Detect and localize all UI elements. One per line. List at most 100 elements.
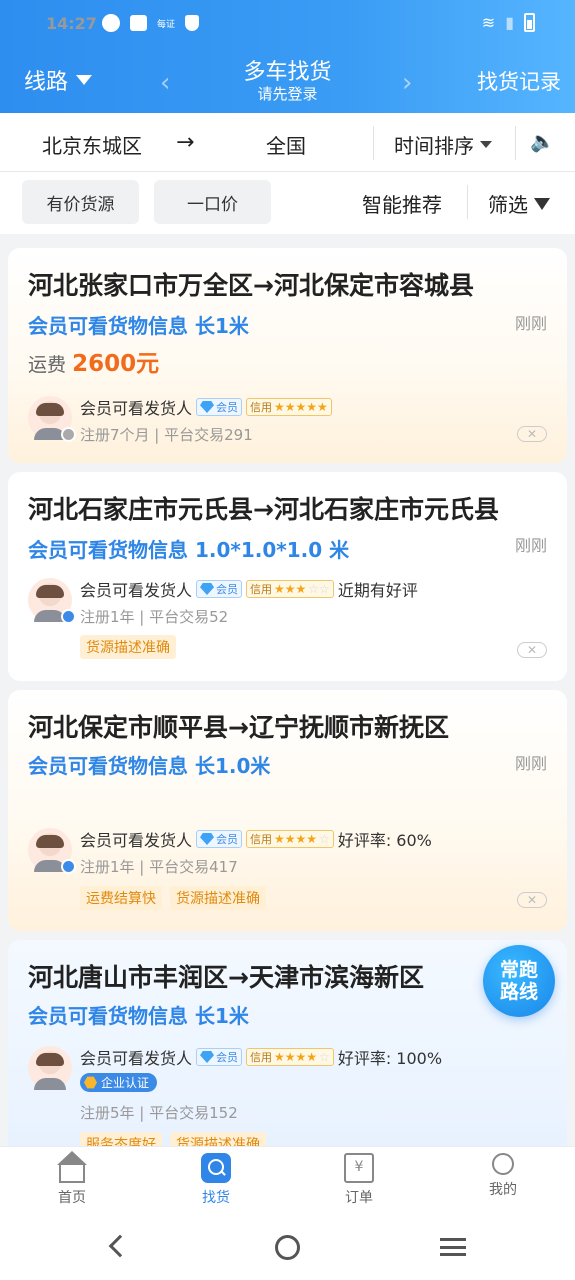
- credit-rating: 信用 ★★★ ☆☆: [246, 580, 334, 598]
- tab-me[interactable]: 我的: [463, 1153, 543, 1199]
- tab-find-cargo[interactable]: 找货: [176, 1153, 256, 1207]
- dismiss-button[interactable]: ✕: [517, 892, 547, 908]
- arrow-right-icon: →: [176, 130, 195, 155]
- tab-home[interactable]: 首页: [32, 1151, 112, 1207]
- frequent-routes-button[interactable]: 常跑 路线: [483, 945, 555, 1017]
- verified-badge-icon: [61, 859, 76, 874]
- home-circle-icon[interactable]: [275, 1235, 300, 1260]
- post-time: 刚刚: [514, 536, 547, 555]
- smart-recommend-button[interactable]: 智能推荐: [362, 189, 442, 218]
- origin-select[interactable]: 北京东城区: [42, 130, 142, 159]
- search-history-button[interactable]: 找货记录: [477, 66, 561, 96]
- star-empty-icons: ☆☆: [308, 582, 330, 596]
- sound-mute-icon[interactable]: 🔈: [530, 129, 555, 153]
- diamond-icon: [200, 583, 215, 595]
- mail-icon: [130, 15, 147, 31]
- enterprise-verified-badge: 企业认证: [80, 1073, 158, 1092]
- system-navigation-bar: [0, 1218, 575, 1280]
- check-icon: [102, 14, 120, 32]
- funnel-icon: [534, 197, 550, 210]
- tag: 货源描述准确: [80, 635, 176, 659]
- avatar: [28, 578, 76, 624]
- review-text: 近期有好评: [337, 581, 418, 600]
- cargo-info: 会员可看货物信息 长1米: [28, 314, 249, 338]
- filter-button[interactable]: 筛选: [488, 189, 550, 218]
- verified-badge-icon: [61, 609, 76, 624]
- app-header: 14:27 每证 ≋ ▮ 线路 ‹ 多车找货 请先登录 › 找货记录: [0, 0, 575, 113]
- star-empty-icons: ☆: [319, 832, 330, 846]
- order-icon: ¥: [344, 1153, 374, 1183]
- cargo-info: 会员可看货物信息 长1.0米: [28, 754, 271, 778]
- signal-icon: ▮: [505, 13, 514, 32]
- tab-orders[interactable]: ¥ 订单: [319, 1153, 399, 1207]
- tag-list: 货源描述准确: [80, 635, 176, 659]
- cargo-info: 会员可看货物信息 长1米: [28, 1004, 249, 1028]
- battery-icon: [524, 13, 535, 32]
- cargo-card[interactable]: 河北张家口市万全区→河北保定市容城县 会员可看货物信息 长1米 刚刚 运费 26…: [8, 248, 567, 463]
- diamond-icon: [200, 401, 215, 413]
- menu-icon[interactable]: [440, 1238, 466, 1256]
- filter-label: 筛选: [488, 193, 528, 217]
- app-notify-icon: 每证: [157, 19, 176, 30]
- member-badge: 会员: [196, 580, 243, 598]
- sort-label: 时间排序: [394, 134, 474, 158]
- status-bar: 14:27 每证 ≋ ▮: [0, 10, 575, 38]
- shield-icon: [185, 15, 200, 31]
- destination-select[interactable]: 全国: [266, 130, 306, 159]
- bottom-tab-bar: 首页 找货 ¥ 订单 我的: [0, 1146, 575, 1218]
- review-text: 好评率: 60%: [337, 831, 432, 850]
- credit-rating: 信用 ★★★★ ☆: [246, 830, 334, 848]
- tag: 运费结算快: [80, 886, 162, 910]
- freight-amount: 2600元: [72, 351, 160, 377]
- shipper-row: 会员可看发货人 会员 信用 ★★★ ☆☆ 近期有好评: [80, 577, 418, 601]
- shipper-row: 会员可看发货人 会员 信用 ★★★★★: [80, 395, 332, 419]
- tag-list: 运费结算快 货源描述准确: [80, 886, 266, 910]
- hexagon-icon: [84, 1076, 97, 1089]
- diamond-icon: [200, 1051, 215, 1063]
- member-badge: 会员: [196, 830, 243, 848]
- cargo-info: 会员可看货物信息 1.0*1.0*1.0 米: [28, 538, 350, 562]
- freight-price: 运费 2600元: [28, 351, 160, 377]
- shipper-name: 会员可看发货人: [80, 581, 193, 600]
- location-filter-bar: 北京东城区 → 全国 时间排序 🔈: [0, 113, 575, 172]
- priced-source-chip[interactable]: 有价货源: [22, 180, 139, 224]
- quick-filter-bar: 有价货源 一口价 智能推荐 筛选: [0, 172, 575, 234]
- shipper-name: 会员可看发货人: [80, 1049, 193, 1068]
- back-icon[interactable]: [108, 1234, 132, 1258]
- post-time: 刚刚: [514, 314, 547, 333]
- sort-dropdown[interactable]: 时间排序: [394, 130, 492, 159]
- registration-info: 注册1年 | 平台交易417: [80, 858, 238, 876]
- star-icons: ★★★★: [274, 832, 318, 846]
- credit-rating: 信用 ★★★★★: [246, 398, 332, 416]
- star-icons: ★★★★★: [274, 400, 328, 414]
- triangle-down-icon: [480, 141, 492, 148]
- verified-badge-icon: [61, 427, 76, 442]
- cargo-route: 河北石家庄市元氏县→河北石家庄市元氏县: [28, 495, 499, 524]
- registration-info: 注册5年 | 平台交易152: [80, 1104, 238, 1122]
- cargo-route: 河北唐山市丰润区→天津市滨海新区: [28, 963, 424, 992]
- cargo-route: 河北保定市顺平县→辽宁抚顺市新抚区: [28, 713, 449, 742]
- credit-rating: 信用 ★★★★ ☆: [246, 1048, 334, 1066]
- dismiss-button[interactable]: ✕: [517, 426, 547, 442]
- star-empty-icons: ☆: [319, 1050, 330, 1064]
- wifi-icon: ≋: [481, 13, 496, 32]
- divider: [373, 126, 374, 160]
- shipper-name: 会员可看发货人: [80, 831, 193, 850]
- shipper-row: 会员可看发货人 会员 信用 ★★★★ ☆ 好评率: 100%: [80, 1045, 442, 1069]
- post-time: 刚刚: [514, 754, 547, 773]
- fixed-price-chip[interactable]: 一口价: [154, 180, 271, 224]
- cargo-card[interactable]: 河北保定市顺平县→辽宁抚顺市新抚区 会员可看货物信息 长1.0米 刚刚 会员可看…: [8, 690, 567, 931]
- star-icons: ★★★: [274, 582, 307, 596]
- member-badge: 会员: [196, 398, 243, 416]
- registration-info: 注册7个月 | 平台交易291: [80, 426, 253, 444]
- chevron-right-icon[interactable]: ›: [402, 68, 412, 98]
- cargo-card[interactable]: 河北石家庄市元氏县→河北石家庄市元氏县 会员可看货物信息 1.0*1.0*1.0…: [8, 472, 567, 681]
- registration-info: 注册1年 | 平台交易52: [80, 608, 229, 626]
- divider: [515, 126, 516, 160]
- tag: 货源描述准确: [170, 886, 266, 910]
- member-badge: 会员: [196, 1048, 243, 1066]
- shipper-name: 会员可看发货人: [80, 399, 193, 418]
- avatar: [28, 396, 76, 442]
- shipper-row: 会员可看发货人 会员 信用 ★★★★ ☆ 好评率: 60%: [80, 827, 432, 851]
- dismiss-button[interactable]: ✕: [517, 642, 547, 658]
